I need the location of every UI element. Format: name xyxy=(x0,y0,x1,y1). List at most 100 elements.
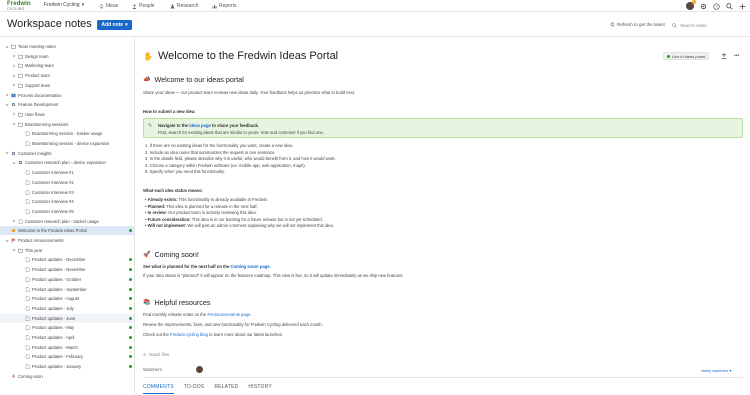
sidebar-item-label: Product updates - November xyxy=(32,267,86,273)
sidebar-item[interactable]: Design team xyxy=(0,52,134,61)
refresh-link[interactable]: Refresh to get the latest xyxy=(610,22,665,27)
ideas-page-link[interactable]: ideas page xyxy=(189,123,211,128)
nav-ideas-label: Ideas xyxy=(106,3,119,9)
page-icon xyxy=(18,218,23,224)
sidebar-item[interactable]: Product updates - June xyxy=(0,313,134,323)
chevron-down-icon: ▾ xyxy=(729,368,732,373)
watcher-avatar[interactable] xyxy=(196,366,203,373)
sidebar-item[interactable]: Customer interview #1 xyxy=(0,168,134,177)
sidebar-item[interactable]: Team meeting notes xyxy=(0,42,134,51)
sidebar-item[interactable]: Brainstorming session - device expansion xyxy=(0,139,134,148)
chevron-down-icon[interactable] xyxy=(5,151,9,155)
sidebar-item[interactable]: Customer research plan - device expansio… xyxy=(0,158,134,167)
how-to-label: How to submit a new idea: xyxy=(143,109,196,114)
chevron-down-icon[interactable] xyxy=(12,248,16,252)
sidebar-item[interactable]: Product updates - October xyxy=(0,275,134,284)
sidebar-item[interactable]: Product updates - February xyxy=(0,352,134,361)
settings-gear-icon[interactable] xyxy=(700,3,707,10)
more-options-icon[interactable]: ••• xyxy=(734,53,739,59)
search-icon[interactable] xyxy=(726,2,733,10)
nav-reports[interactable]: Reports xyxy=(212,3,237,9)
notifications[interactable]: 1 xyxy=(686,0,696,10)
sidebar-item[interactable]: Customer interview #3 xyxy=(0,188,134,197)
coming-soon-page-link[interactable]: Coming soon! page xyxy=(230,264,269,269)
sidebar-item[interactable]: Customer interview #5 xyxy=(0,207,134,216)
sidebar-item[interactable]: Product team xyxy=(0,71,134,80)
chevron-down-icon[interactable] xyxy=(12,122,16,126)
help-icon[interactable]: ? xyxy=(713,2,720,10)
sidebar-item[interactable]: Customer interview #2 xyxy=(0,178,134,187)
step-text: In the details field, please describe wh… xyxy=(149,156,336,161)
notify-watchers-dropdown[interactable]: Notify watchers ▾ xyxy=(701,368,731,373)
sidebar-item[interactable]: Customer research plan - tracker usage xyxy=(0,217,134,226)
notify-watchers-label: Notify watchers xyxy=(701,368,729,373)
sidebar-item[interactable]: Product updates - July xyxy=(0,304,134,313)
nav-ideas[interactable]: Ideas xyxy=(99,3,118,9)
folder-icon xyxy=(18,122,23,127)
note-title-row: ✋ Welcome to the Fredwin Ideas Portal xyxy=(143,50,338,62)
tab-comments[interactable]: COMMENTS xyxy=(143,384,174,394)
add-note-button[interactable]: Add note ▾ xyxy=(97,20,132,30)
workspace-switcher[interactable]: Fredwin Cycling ▾ xyxy=(44,2,84,8)
sidebar-item[interactable]: Process documentation xyxy=(0,91,134,100)
page-icon xyxy=(25,209,30,214)
nav-research[interactable]: Research xyxy=(170,3,198,9)
resources-line1-post: . xyxy=(250,312,252,317)
sidebar-item[interactable]: Product updates - January xyxy=(0,362,134,371)
tab-todos[interactable]: TO-DOS xyxy=(184,384,205,394)
chevron-down-icon[interactable] xyxy=(5,103,9,107)
chevron-right-icon[interactable] xyxy=(12,112,16,116)
note-title[interactable]: Welcome to the Fredwin Ideas Portal xyxy=(158,50,338,62)
sidebar-item[interactable]: Support team xyxy=(0,81,134,90)
tab-history[interactable]: HISTORY xyxy=(248,384,271,394)
wave-icon xyxy=(11,228,16,233)
sidebar-item[interactable]: Product Announcements xyxy=(0,236,134,245)
sidebar-item[interactable]: Product updates - November xyxy=(0,265,134,274)
nav-people[interactable]: People xyxy=(132,3,155,9)
sidebar-item[interactable]: Brainstorming session - tracker usage xyxy=(0,129,134,138)
chevron-down-icon[interactable] xyxy=(5,239,9,243)
sidebar-item[interactable]: Welcome to the Fredwin Ideas Portal xyxy=(0,226,134,236)
sidebar-item[interactable]: Brainstorming sessions xyxy=(0,120,134,129)
chevron-down-icon[interactable] xyxy=(5,45,9,49)
blog-link[interactable]: Fredwin cycling blog xyxy=(170,332,208,337)
chevron-right-icon[interactable] xyxy=(12,64,16,68)
sidebar-item[interactable]: Product updates - March xyxy=(0,343,134,352)
sidebar-item-label: Feature Development xyxy=(18,102,59,108)
chevron-right-icon[interactable] xyxy=(12,74,16,78)
sidebar-item[interactable]: Marketing team xyxy=(0,61,134,70)
search-icon xyxy=(672,22,677,28)
fredwin-logo[interactable]: Fredwin CYCLING xyxy=(7,1,33,11)
attach-files-button[interactable]: ⊘ Attach files xyxy=(143,352,169,357)
sidebar-item[interactable]: Product updates - May xyxy=(0,323,134,332)
tab-related[interactable]: RELATED xyxy=(214,384,238,394)
sidebar-item-label: This year xyxy=(25,247,43,253)
announcements-page-link[interactable]: #Announcements page xyxy=(207,312,250,317)
share-icon[interactable] xyxy=(721,53,727,59)
sidebar-item-label: Product updates - March xyxy=(32,344,78,350)
chevron-right-icon[interactable] xyxy=(12,83,16,87)
sidebar-item[interactable]: Customer insights xyxy=(0,149,134,158)
status-desc: We will post an admin comment explaining… xyxy=(187,223,334,228)
sidebar-item[interactable]: User flows xyxy=(0,110,134,119)
chevron-right-icon[interactable] xyxy=(12,54,16,58)
sidebar-item[interactable]: This year xyxy=(0,246,134,255)
chevron-down-icon[interactable] xyxy=(12,161,16,165)
search-notes-input[interactable]: Search notes xyxy=(672,21,746,29)
chevron-right-icon[interactable] xyxy=(5,93,9,97)
sidebar-item[interactable]: Product updates - September xyxy=(0,285,134,294)
live-status-badge[interactable]: Live in ideas portal xyxy=(663,52,710,60)
plus-icon[interactable] xyxy=(739,3,746,10)
chevron-right-icon[interactable] xyxy=(12,219,16,223)
sidebar-item[interactable]: Product updates - April xyxy=(0,333,134,342)
book-icon xyxy=(11,93,16,98)
folder-icon xyxy=(11,44,16,49)
sidebar-item[interactable]: Product updates - August xyxy=(0,294,134,303)
sidebar-item[interactable]: Customer interview #4 xyxy=(0,197,134,206)
sidebar-item[interactable]: Feature Development xyxy=(0,100,134,109)
sidebar-item[interactable]: Coming soon xyxy=(0,372,134,381)
sidebar-item[interactable]: Product updates - December xyxy=(0,255,134,264)
